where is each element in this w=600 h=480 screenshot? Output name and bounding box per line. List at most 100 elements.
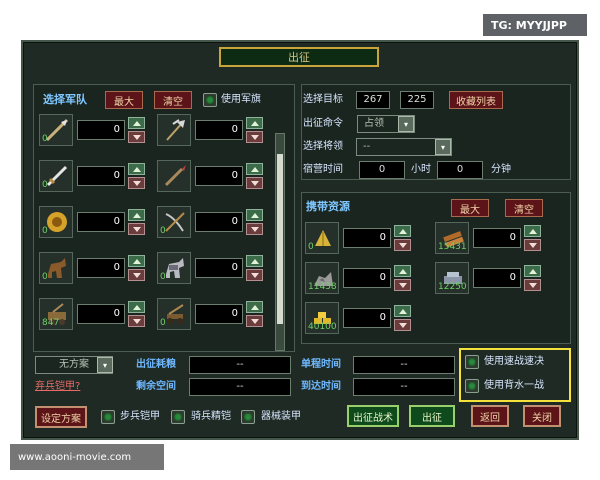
close-button[interactable]: 关闭 xyxy=(523,405,561,427)
resource-3-decrease-icon[interactable] xyxy=(524,279,541,291)
expedition-window: 出征 选择军队 最大 清空 使用军旗 选择目标 267 225 收藏列表 出征命… xyxy=(21,40,579,440)
stone-slot: 11438 xyxy=(305,262,339,294)
resource-1-increase-icon[interactable] xyxy=(524,225,541,237)
horse-slot: 0 xyxy=(39,252,73,284)
army-scrollbar[interactable] xyxy=(275,133,285,351)
resource-0-available-count: 0 xyxy=(308,242,314,252)
unit-7-increase-icon[interactable] xyxy=(246,255,263,267)
favorites-button[interactable]: 收藏列表 xyxy=(449,91,503,109)
unit-1-decrease-icon[interactable] xyxy=(246,131,263,143)
target-x-input[interactable]: 267 xyxy=(356,91,390,109)
unit-2-decrease-icon[interactable] xyxy=(128,177,145,189)
unit-6-available-count: 0 xyxy=(42,272,48,282)
resource-1-quantity-input[interactable]: 0 xyxy=(473,228,521,248)
depart-button[interactable]: 出征 xyxy=(409,405,455,427)
unit-8-quantity-input[interactable]: 0 xyxy=(77,304,125,324)
set-plan-button[interactable]: 设定方案 xyxy=(35,406,87,428)
general-label: 选择将领 xyxy=(303,141,343,152)
unit-2-quantity-input[interactable]: 0 xyxy=(77,166,125,186)
resource-4-increase-icon[interactable] xyxy=(394,305,411,317)
plan-dropdown-icon[interactable]: ▾ xyxy=(97,357,113,373)
resources-clear-button[interactable]: 清空 xyxy=(505,199,543,217)
unit-5-quantity-input[interactable]: 0 xyxy=(195,212,243,232)
unit-1-increase-icon[interactable] xyxy=(246,117,263,129)
unit-0-quantity-input[interactable]: 0 xyxy=(77,120,125,140)
swordsman-slot: 0 xyxy=(39,160,73,192)
army-clear-button[interactable]: 清空 xyxy=(154,91,192,109)
unit-4-decrease-icon[interactable] xyxy=(128,223,145,235)
resource-4-decrease-icon[interactable] xyxy=(394,319,411,331)
general-dropdown-icon[interactable]: ▾ xyxy=(435,139,451,155)
target-y-input[interactable]: 225 xyxy=(400,91,434,109)
target-label: 选择目标 xyxy=(303,94,343,105)
use-flag-checkbox[interactable] xyxy=(203,93,217,107)
unit-6-decrease-icon[interactable] xyxy=(128,269,145,281)
unit-4-quantity-input[interactable]: 0 xyxy=(77,212,125,232)
infantry-armor-checkbox[interactable] xyxy=(101,410,115,424)
swordsman-icon xyxy=(46,165,68,187)
unit-6-increase-icon[interactable] xyxy=(128,255,145,267)
use-flag-label: 使用军旗 xyxy=(221,94,261,105)
unit-0-increase-icon[interactable] xyxy=(128,117,145,129)
unit-6-quantity-input[interactable]: 0 xyxy=(77,258,125,278)
resource-2-increase-icon[interactable] xyxy=(394,265,411,277)
unit-8-decrease-icon[interactable] xyxy=(128,315,145,327)
camp-hours-input[interactable]: 0 xyxy=(359,161,405,179)
remaining-space-value: -- xyxy=(189,378,291,396)
camp-minutes-input[interactable]: 0 xyxy=(437,161,483,179)
unit-5-decrease-icon[interactable] xyxy=(246,223,263,235)
unit-8-increase-icon[interactable] xyxy=(128,301,145,313)
infantry-armor-label: 步兵铠甲 xyxy=(120,411,160,422)
resource-1-decrease-icon[interactable] xyxy=(524,239,541,251)
back-button[interactable]: 返回 xyxy=(471,405,509,427)
unit-3-decrease-icon[interactable] xyxy=(246,177,263,189)
unit-2-increase-icon[interactable] xyxy=(128,163,145,175)
last-stand-label: 使用背水一战 xyxy=(484,380,544,391)
spearman-icon xyxy=(45,118,69,142)
lancer-icon xyxy=(164,165,186,187)
army-max-button[interactable]: 最大 xyxy=(105,91,143,109)
unit-7-decrease-icon[interactable] xyxy=(246,269,263,281)
spearman-slot: 0 xyxy=(39,114,73,146)
expedition-grain-label: 出征耗粮 xyxy=(136,359,176,370)
resources-max-button[interactable]: 最大 xyxy=(451,199,489,217)
machine-armor-checkbox[interactable] xyxy=(241,410,255,424)
unit-9-increase-icon[interactable] xyxy=(246,301,263,313)
unit-5-increase-icon[interactable] xyxy=(246,209,263,221)
machine-armor-label: 器械装甲 xyxy=(261,411,301,422)
cavalry-armor-checkbox[interactable] xyxy=(171,410,185,424)
unit-0-decrease-icon[interactable] xyxy=(128,131,145,143)
catapult-slot: 0 xyxy=(157,298,191,330)
unit-1-quantity-input[interactable]: 0 xyxy=(195,120,243,140)
last-stand-checkbox[interactable] xyxy=(465,379,479,393)
unit-3-increase-icon[interactable] xyxy=(246,163,263,175)
iron-slot: 12250 xyxy=(435,262,469,294)
tactics-button[interactable]: 出征战术 xyxy=(347,405,399,427)
hours-unit: 小时 xyxy=(411,164,431,175)
resource-0-increase-icon[interactable] xyxy=(394,225,411,237)
command-dropdown-icon[interactable]: ▾ xyxy=(398,116,414,132)
remaining-space-label: 剩余空间 xyxy=(136,381,176,392)
unit-2-available-count: 0 xyxy=(42,180,48,190)
unit-9-quantity-input[interactable]: 0 xyxy=(195,304,243,324)
resource-4-quantity-input[interactable]: 0 xyxy=(343,308,391,328)
unit-7-quantity-input[interactable]: 0 xyxy=(195,258,243,278)
grain-icon xyxy=(315,230,331,246)
window-title: 出征 xyxy=(219,47,379,67)
army-header: 选择军队 xyxy=(43,93,87,106)
unit-8-available-count: 847 xyxy=(42,318,60,328)
armor-help-link[interactable]: 弃兵铠甲? xyxy=(35,380,80,394)
resource-2-decrease-icon[interactable] xyxy=(394,279,411,291)
resource-3-increase-icon[interactable] xyxy=(524,265,541,277)
speed-option-checkbox[interactable] xyxy=(465,355,479,369)
resource-2-quantity-input[interactable]: 0 xyxy=(343,268,391,288)
shield-slot: 0 xyxy=(39,206,73,238)
resource-3-quantity-input[interactable]: 0 xyxy=(473,268,521,288)
resource-0-decrease-icon[interactable] xyxy=(394,239,411,251)
unit-4-increase-icon[interactable] xyxy=(128,209,145,221)
scroll-thumb[interactable] xyxy=(277,154,283,324)
unit-9-decrease-icon[interactable] xyxy=(246,315,263,327)
resource-0-quantity-input[interactable]: 0 xyxy=(343,228,391,248)
unit-3-quantity-input[interactable]: 0 xyxy=(195,166,243,186)
resource-2-available-count: 11438 xyxy=(308,282,337,292)
